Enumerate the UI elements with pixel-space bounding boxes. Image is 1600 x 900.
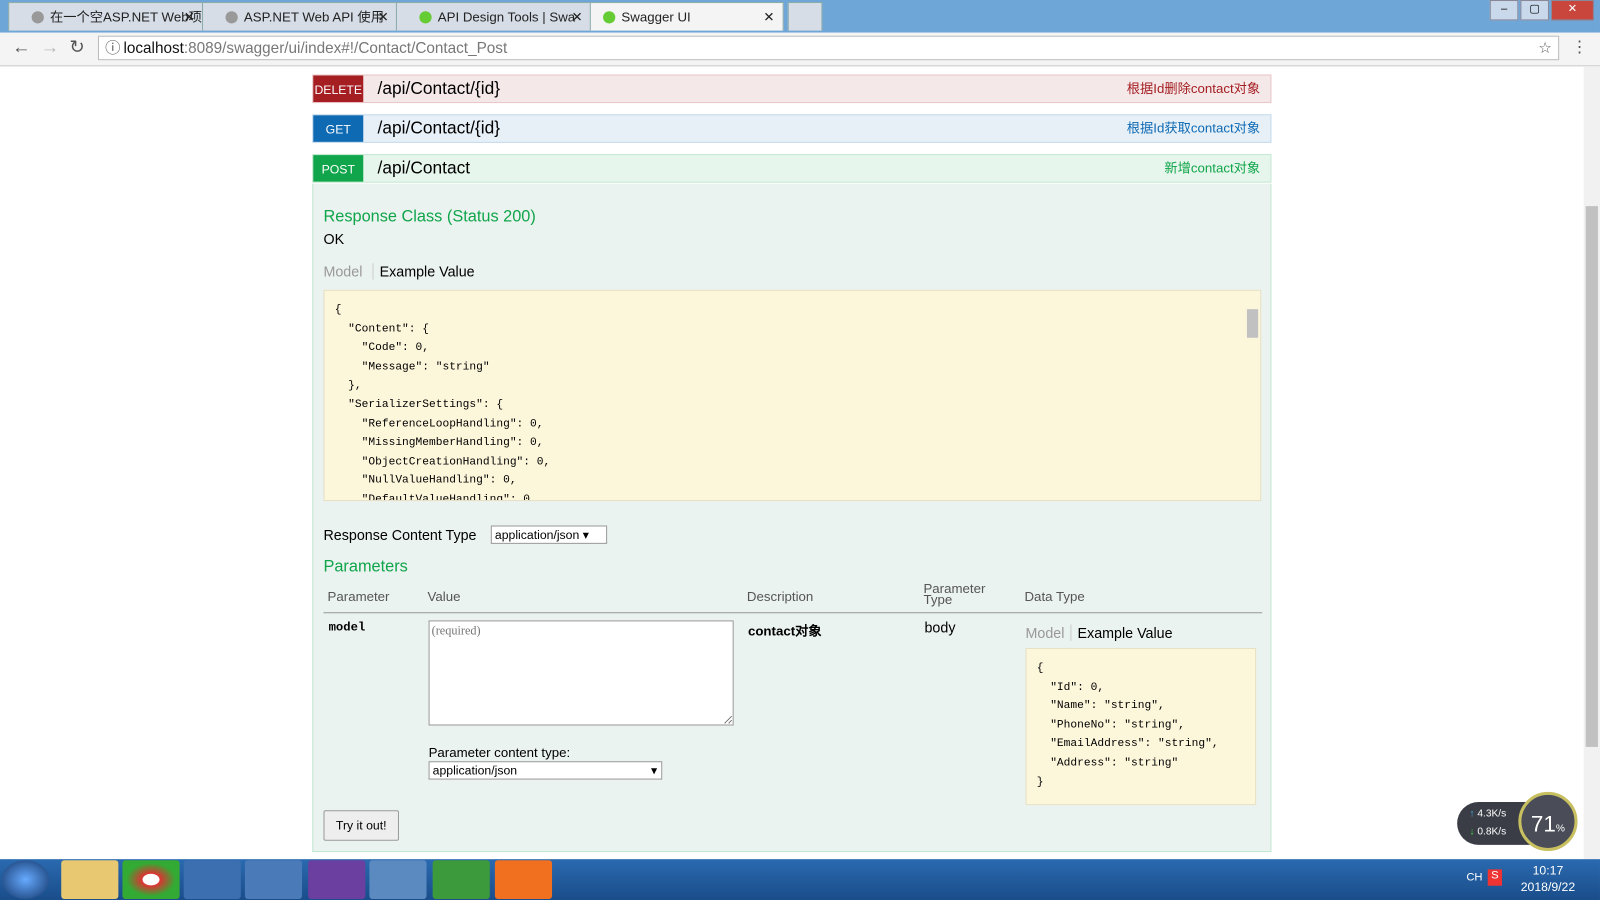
param-content-type-select[interactable]: application/json ▾ (428, 761, 663, 780)
method-badge: POST (313, 155, 364, 182)
browser-tab-active[interactable]: Swagger UI ✕ (589, 2, 784, 32)
close-tab-icon[interactable]: ✕ (378, 3, 389, 32)
bookmark-star-icon[interactable]: ☆ (1538, 37, 1552, 61)
swagger-icon (419, 11, 432, 24)
column-header: Parameter Type (923, 580, 986, 608)
page-icon (31, 11, 44, 24)
operation-get[interactable]: GET /api/Contact/{id} 根据Id获取contact对象 (312, 114, 1272, 143)
app-icon[interactable] (244, 860, 303, 899)
operation-path[interactable]: /api/Contact/{id} (378, 115, 500, 142)
app-icon[interactable] (183, 860, 241, 899)
response-content-type-label: Response Content Type (323, 526, 477, 543)
maximize-button[interactable]: ▢ (1520, 0, 1549, 21)
param-content-type-label: Parameter content type: (428, 744, 571, 761)
model-value-textarea[interactable] (428, 620, 734, 726)
menu-icon[interactable]: ⋮ (1571, 37, 1587, 57)
browser-tab[interactable]: ASP.NET Web API 使用 ✕ (202, 2, 398, 31)
example-value-tab[interactable]: Example Value (372, 263, 475, 280)
clock[interactable]: 10:17 2018/9/22 (1514, 863, 1581, 894)
scrollbar-thumb[interactable] (1585, 206, 1598, 747)
method-badge: DELETE (313, 75, 364, 103)
swagger-icon (603, 11, 616, 24)
code-scrollbar[interactable] (1246, 295, 1259, 495)
start-button[interactable] (2, 860, 49, 899)
response-class-title: Response Class (Status 200) (323, 208, 536, 226)
try-it-out-button[interactable]: Try it out! (323, 810, 399, 841)
operation-summary: 根据Id获取contact对象 (1126, 120, 1261, 136)
reload-icon[interactable]: ↻ (69, 37, 84, 58)
operation-post[interactable]: POST /api/Contact 新增contact对象 (312, 154, 1272, 183)
method-badge: GET (313, 115, 364, 142)
response-content-type-select[interactable]: application/json ▾ (490, 525, 608, 544)
column-header: Description (746, 588, 814, 605)
post-operation-body: Response Class (Status 200) OK Model Exa… (312, 183, 1272, 853)
param-example-code[interactable]: { "Id": 0, "Name": "string", "PhoneNo": … (1025, 647, 1257, 806)
close-window-button[interactable]: ✕ (1551, 0, 1594, 21)
param-type: body (924, 619, 956, 636)
page-icon (225, 11, 238, 24)
param-description: contact对象 (747, 623, 822, 639)
param-model-tab[interactable]: Model (1026, 624, 1065, 640)
new-tab-button[interactable] (787, 2, 823, 31)
forward-icon[interactable]: → (41, 37, 59, 58)
back-icon[interactable]: ← (12, 37, 30, 58)
operation-path[interactable]: /api/Contact/{id} (378, 76, 500, 103)
operation-delete[interactable]: DELETE /api/Contact/{id} 根据Id删除contact对象 (312, 74, 1272, 104)
info-icon: ⓘ (105, 39, 121, 58)
param-name: model (328, 620, 366, 635)
browser-tab[interactable]: API Design Tools | Swa ✕ (395, 2, 592, 32)
ime-icon[interactable]: S (1487, 869, 1503, 886)
param-example-value-tab[interactable]: Example Value (1070, 624, 1173, 641)
operation-summary: 新增contact对象 (1164, 160, 1261, 176)
upload-icon: ↑ (1469, 808, 1475, 820)
tab-bar: 在一个空ASP.NET Web项 ✕ ASP.NET Web API 使用 ✕ AP… (0, 0, 1600, 33)
column-header: Value (427, 588, 461, 605)
page-scrollbar[interactable] (1583, 66, 1600, 860)
response-example-code: { "Content": { "Code": 0, "Message": "st… (323, 289, 1262, 502)
app-icon[interactable] (494, 860, 553, 899)
divider (323, 612, 1263, 614)
download-icon: ↓ (1469, 826, 1475, 838)
explorer-icon[interactable] (61, 860, 119, 899)
browser-tab[interactable]: 在一个空ASP.NET Web项 ✕ (8, 2, 205, 32)
scrollbar-thumb[interactable] (1246, 309, 1259, 338)
visual-studio-icon[interactable] (308, 860, 366, 899)
evernote-icon[interactable] (432, 860, 490, 899)
parameters-title: Parameters (323, 558, 408, 576)
language-indicator[interactable]: CH (1466, 871, 1482, 883)
close-tab-icon[interactable]: ✕ (763, 3, 774, 32)
window-controls: – ▢ ✕ (1489, 0, 1594, 21)
minimize-button[interactable]: – (1489, 0, 1519, 21)
close-tab-icon[interactable]: ✕ (572, 3, 583, 32)
operation-summary: 根据Id删除contact对象 (1126, 80, 1261, 96)
chrome-icon[interactable] (122, 860, 180, 899)
paint-icon[interactable] (369, 860, 427, 899)
url-input[interactable]: ⓘ localhost:8089/swagger/ui/index#!/Conta… (97, 35, 1560, 61)
address-bar-row: ← → ↻ ⓘ localhost:8089/swagger/ui/index#!… (0, 32, 1600, 67)
response-class-value: OK (323, 230, 345, 247)
column-header: Parameter (327, 588, 390, 605)
taskbar: CH S 10:17 2018/9/22 (0, 859, 1600, 900)
operation-path[interactable]: /api/Contact (378, 155, 471, 182)
model-tab[interactable]: Model (323, 263, 362, 279)
close-tab-icon[interactable]: ✕ (184, 3, 195, 32)
column-header: Data Type (1024, 588, 1085, 605)
memory-gauge[interactable]: 71% (1518, 791, 1578, 852)
swagger-page: DELETE /api/Contact/{id} 根据Id删除contact对象… (0, 66, 1584, 859)
